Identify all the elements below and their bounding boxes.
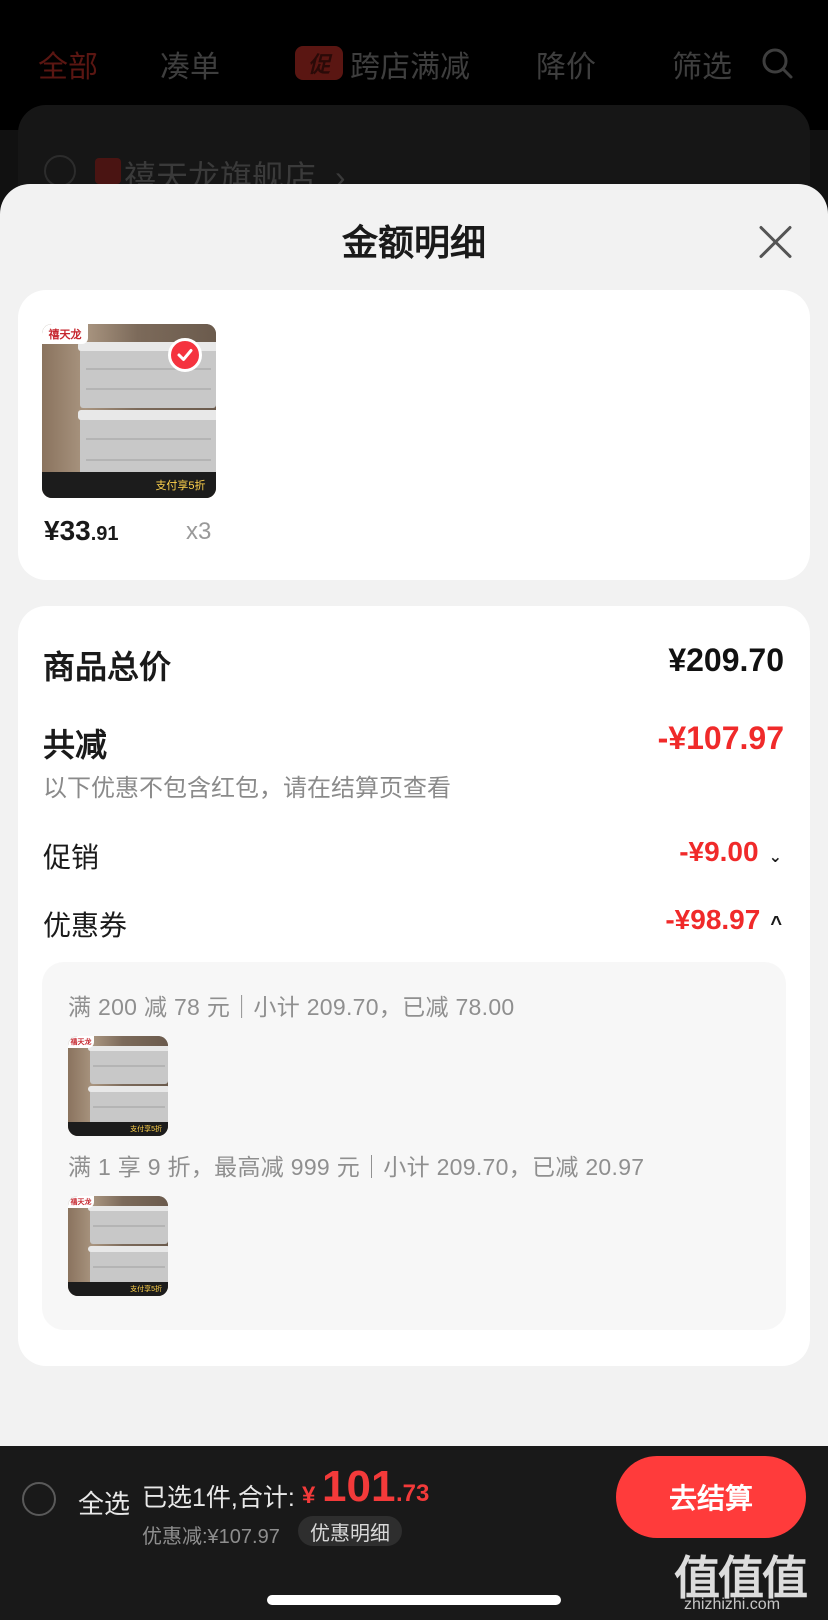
total-discount-value: -¥107.97 <box>657 720 784 756</box>
discount-summary: 优惠减:¥107.97 <box>142 1526 280 1548</box>
checkout-button[interactable]: 去结算 <box>616 1456 806 1538</box>
total-amount-decimal: .73 <box>396 1480 430 1507</box>
brand-tag: 禧天龙 <box>42 324 88 344</box>
store-icon <box>95 158 121 184</box>
store-select-radio[interactable] <box>44 155 76 187</box>
coupon-label[interactable]: 优惠券 <box>43 904 127 944</box>
close-icon[interactable] <box>754 220 796 262</box>
promo-strip: 支付享5折 <box>42 472 216 498</box>
coupon-detail-box: 满 200 减 78 元｜小计 209.70，已减 78.00 禧天龙 支付享5… <box>42 962 786 1330</box>
chevron-down-icon: ⌄ <box>768 848 782 866</box>
watermark-url: zhizhizhi.com <box>684 1596 781 1613</box>
discount-note: 以下优惠不包含红包，请在结算页查看 <box>43 775 451 802</box>
coupon-rule-2: 满 1 享 9 折，最高减 999 元｜小计 209.70，已减 20.97 <box>68 1154 645 1180</box>
select-all-label[interactable]: 全选 <box>78 1484 130 1521</box>
coupon-1-product-thumb: 禧天龙 支付享5折 <box>68 1036 168 1136</box>
checked-icon <box>168 338 202 372</box>
tab-filter[interactable]: 筛选 <box>672 42 732 86</box>
coupon-row-value[interactable]: -¥98.97 ^ <box>665 904 782 936</box>
chevron-up-icon: ^ <box>770 913 782 936</box>
promotion-row-value[interactable]: -¥9.00 ⌄ <box>679 836 782 868</box>
tab-all[interactable]: 全部 <box>38 42 98 86</box>
sheet-title: 金额明细 <box>341 222 486 263</box>
product-price: ¥33.91 <box>44 515 119 546</box>
total-discount-label: 共减 <box>43 727 108 763</box>
selected-summary: 已选1件,合计: <box>142 1484 295 1512</box>
promotion-label[interactable]: 促销 <box>43 836 99 876</box>
promo-badge: 促 <box>295 46 343 80</box>
coupon-2-product-thumb: 禧天龙 支付享5折 <box>68 1196 168 1296</box>
total-price-label: 商品总价 <box>43 649 172 685</box>
total-currency: ¥ <box>302 1482 316 1509</box>
coupon-rule-1: 满 200 减 78 元｜小计 209.70，已减 78.00 <box>68 994 515 1020</box>
total-price-value: ¥209.70 <box>668 642 784 678</box>
coupon-value: -¥98.97 <box>665 904 761 935</box>
promotion-value: -¥9.00 <box>679 836 759 867</box>
discount-detail-button[interactable]: 优惠明细 <box>298 1516 402 1546</box>
total-amount-integer: 101 <box>322 1462 396 1511</box>
home-indicator <box>267 1595 561 1605</box>
select-all-radio[interactable] <box>22 1482 56 1516</box>
search-icon[interactable] <box>760 46 794 80</box>
tab-cross-store-discount[interactable]: 跨店满减 <box>350 42 470 86</box>
tab-bundle[interactable]: 凑单 <box>160 42 220 86</box>
tab-price-drop[interactable]: 降价 <box>536 42 596 86</box>
product-quantity: x3 <box>186 518 212 545</box>
